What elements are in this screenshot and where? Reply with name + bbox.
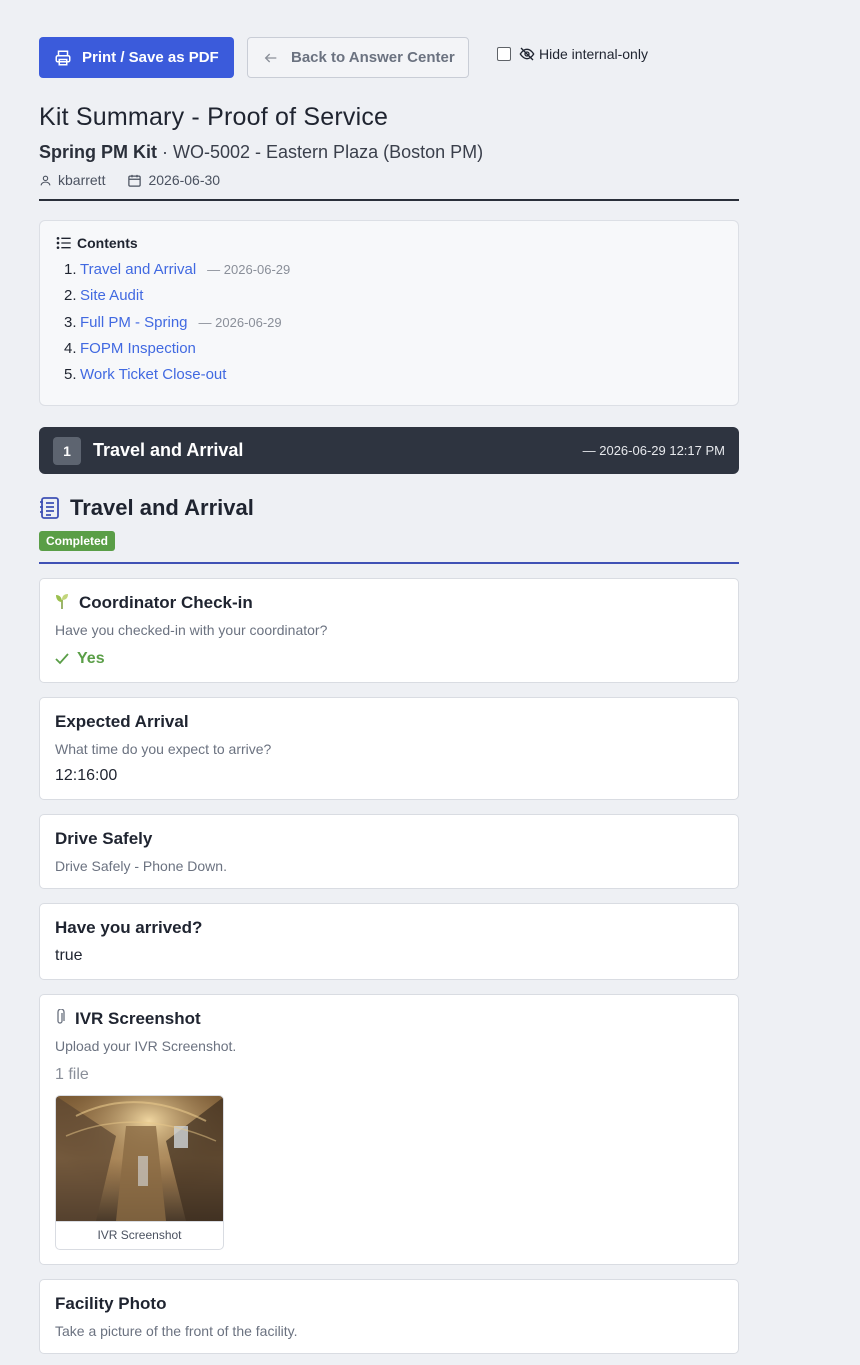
hide-internal-checkbox[interactable]: [497, 46, 511, 61]
toc-heading: Contents: [56, 235, 722, 251]
user-name: kbarrett: [58, 172, 106, 188]
summary-date: 2026-06-30: [148, 172, 221, 188]
check-icon: [55, 653, 69, 665]
meta-date: 2026-06-30: [127, 172, 220, 188]
toc-list: 1. Travel and Arrival — 2026-06-29 2. Site …: [64, 261, 722, 392]
page: Print / Save as PDF Back to Answer Cente…: [39, 37, 739, 1354]
question-card-facility-photo: Facility Photo Take a picture of the fro…: [39, 1279, 739, 1354]
toc-item: 1. Travel and Arrival — 2026-06-29: [64, 261, 722, 287]
list-icon: [56, 237, 71, 250]
question-card-expected-arrival: Expected Arrival What time do you expect…: [39, 697, 739, 800]
question-description: Take a picture of the front of the facil…: [55, 1323, 298, 1339]
toc-link-work-ticket-close-out[interactable]: Work Ticket Close-out: [80, 366, 226, 383]
form-icon: [40, 497, 59, 519]
toc-item-number: 3.: [64, 313, 77, 331]
question-title-label: Drive Safely: [55, 829, 153, 848]
section-number: 1: [53, 436, 81, 465]
toc-item-number: 1.: [64, 261, 77, 278]
meta-row: kbarrett 2026-06-30: [39, 172, 739, 188]
toc-item: 5. Work Ticket Close-out: [64, 366, 722, 392]
table-of-contents: Contents 1. Travel and Arrival — 2026-06-2…: [39, 220, 739, 406]
back-button[interactable]: Back to Answer Center: [247, 37, 469, 78]
answer-value: 12:16:00: [55, 767, 118, 784]
status-badge: Completed: [39, 531, 116, 551]
toc-link-travel-and-arrival[interactable]: Travel and Arrival: [80, 261, 196, 278]
answer-value: true: [55, 947, 83, 964]
page-subtitle: Spring PM Kit · WO-5002 - Eastern Plaza …: [39, 142, 739, 163]
kit-name: Spring PM Kit: [39, 142, 157, 162]
question-title-label: Coordinator Check-in: [79, 593, 253, 612]
paperclip-icon: [55, 1008, 65, 1029]
toc-item-number: 5.: [64, 366, 77, 384]
subtitle-separator: ·: [157, 142, 173, 162]
meta-user: kbarrett: [39, 172, 105, 188]
work-order: WO-5002 - Eastern Plaza (Boston PM): [173, 142, 484, 162]
file-count: 1 file: [55, 1066, 89, 1083]
question-title: Drive Safely: [55, 829, 723, 849]
section-header: 1 Travel and Arrival — 2026-06-29 12:17 …: [39, 427, 739, 474]
question-title-label: Facility Photo: [55, 1294, 167, 1313]
print-button[interactable]: Print / Save as PDF: [39, 37, 234, 78]
answer-yes: Yes: [55, 650, 723, 668]
file-caption: IVR Screenshot: [56, 1221, 223, 1249]
question-title: Coordinator Check-in: [55, 593, 723, 613]
toc-link-fopm-inspection[interactable]: FOPM Inspection: [80, 340, 196, 357]
toc-link-site-audit[interactable]: Site Audit: [80, 287, 143, 304]
toc-link-full-pm-spring[interactable]: Full PM - Spring: [80, 314, 188, 331]
question-title: IVR Screenshot: [55, 1008, 723, 1029]
page-title: Kit Summary - Proof of Service: [39, 103, 389, 131]
file-thumbnail[interactable]: IVR Screenshot: [55, 1095, 224, 1250]
question-title: Have you arrived?: [55, 918, 723, 938]
user-icon: [40, 175, 51, 185]
thumbnail-image: [56, 1096, 223, 1221]
toc-item: 2. Site Audit: [64, 287, 722, 313]
answer-value: Yes: [77, 650, 105, 667]
question-title: Expected Arrival: [55, 712, 723, 732]
toc-item: 4. FOPM Inspection: [64, 340, 722, 366]
calendar-icon: [128, 174, 142, 187]
question-card-have-you-arrived: Have you arrived? true: [39, 903, 739, 980]
question-card-ivr-screenshot: IVR Screenshot Upload your IVR Screensho…: [39, 994, 739, 1265]
form-heading: Travel and Arrival: [39, 495, 739, 521]
question-title-label: IVR Screenshot: [75, 1009, 201, 1028]
toolbar: Print / Save as PDF Back to Answer Cente…: [39, 37, 739, 78]
eye-off-icon: [519, 47, 535, 60]
toc-item: 3. Full PM - Spring — 2026-06-29: [64, 314, 722, 340]
toc-item-date: — 2026-06-29: [207, 262, 291, 277]
sprout-icon: [55, 593, 69, 613]
form-divider: [39, 562, 739, 564]
arrow-left-icon: [264, 53, 277, 62]
question-description: Drive Safely - Phone Down.: [55, 858, 227, 874]
question-card-coordinator-checkin: Coordinator Check-in Have you checked-in…: [39, 578, 739, 683]
question-title-label: Expected Arrival: [55, 712, 189, 731]
question-description: What time do you expect to arrive?: [55, 741, 272, 757]
hide-internal-label: Hide internal-only: [539, 45, 648, 62]
toc-item-date: — 2026-06-29: [198, 314, 282, 330]
question-title-label: Have you arrived?: [55, 918, 203, 937]
header-divider: [39, 199, 739, 201]
toc-item-number: 4.: [64, 339, 77, 357]
toc-heading-label: Contents: [77, 235, 138, 251]
section-datetime: — 2026-06-29 12:17 PM: [582, 443, 725, 458]
toc-item-number: 2.: [64, 287, 77, 305]
printer-icon: [55, 50, 71, 65]
print-button-label: Print / Save as PDF: [82, 49, 219, 66]
section-title: Travel and Arrival: [93, 440, 244, 460]
question-description: Upload your IVR Screenshot.: [55, 1038, 237, 1054]
question-card-drive-safely: Drive Safely Drive Safely - Phone Down.: [39, 814, 739, 889]
back-button-label: Back to Answer Center: [291, 49, 455, 66]
question-description: Have you checked-in with your coordinato…: [55, 622, 328, 638]
form-title: Travel and Arrival: [70, 495, 254, 520]
hide-internal-toggle[interactable]: Hide internal-only: [497, 46, 648, 62]
question-title: Facility Photo: [55, 1294, 723, 1314]
